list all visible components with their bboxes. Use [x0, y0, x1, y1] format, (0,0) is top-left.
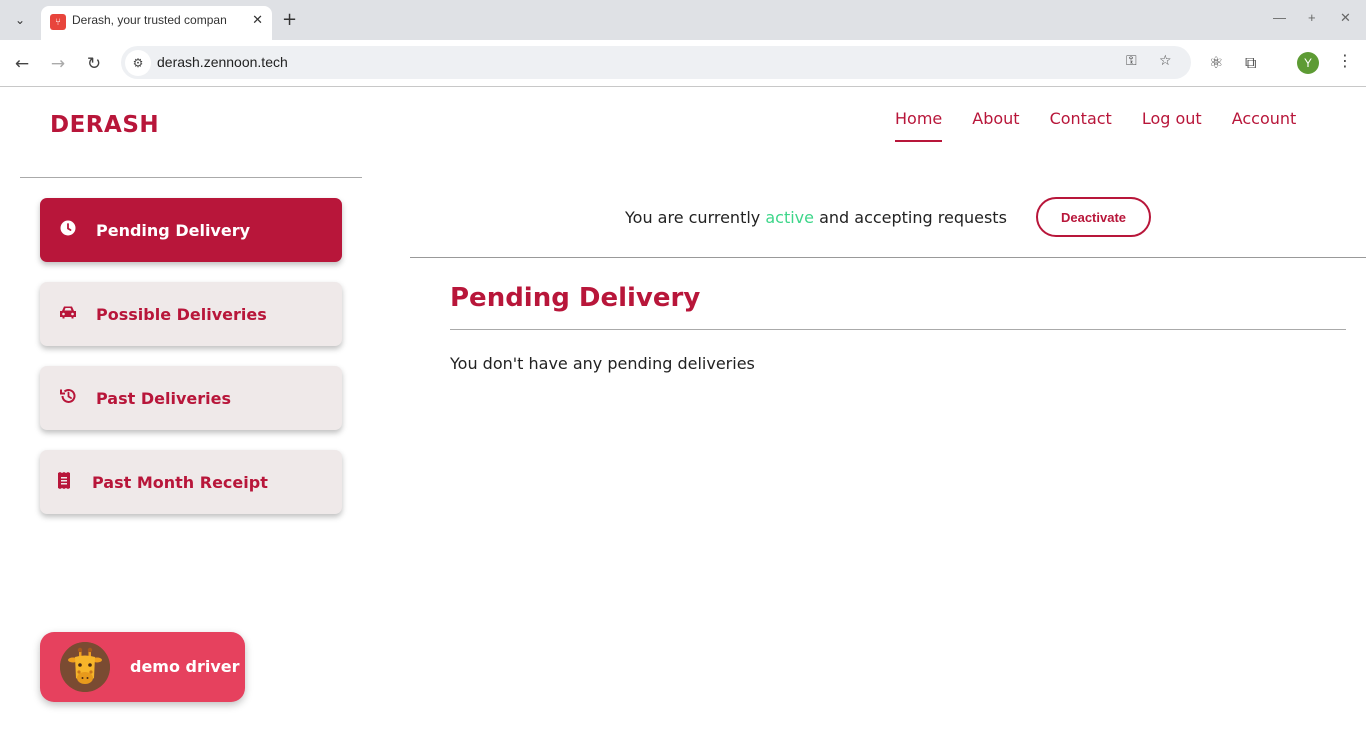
nav-home[interactable]: Home	[895, 109, 943, 142]
receipt-icon	[54, 471, 74, 493]
close-icon[interactable]: ✕	[252, 13, 263, 28]
user-profile-chip[interactable]: demo driver	[40, 632, 245, 702]
logo[interactable]: DERASH	[50, 112, 159, 138]
nav-contact[interactable]: Contact	[1050, 109, 1112, 142]
page-title: Pending Delivery	[450, 283, 701, 313]
nav-account[interactable]: Account	[1232, 109, 1297, 142]
title-divider	[450, 329, 1346, 330]
site-info-icon[interactable]: ⚙	[125, 50, 151, 76]
deactivate-button[interactable]: Deactivate	[1036, 197, 1151, 237]
maximize-icon[interactable]: +	[1308, 10, 1316, 25]
sidebar-item-pending-delivery[interactable]: Pending Delivery	[40, 198, 342, 262]
tab-title: Derash, your trusted compan	[72, 13, 227, 27]
puzzle-icon[interactable]: ⧉	[1245, 53, 1256, 73]
sidebar-item-label: Possible Deliveries	[96, 304, 267, 324]
sidebar-item-label: Past Month Receipt	[92, 472, 268, 492]
reload-icon[interactable]: ↻	[82, 52, 106, 76]
history-icon	[58, 387, 78, 409]
key-icon[interactable]: ⚿	[1126, 53, 1137, 69]
address-bar[interactable]: ⚙ derash.zennoon.tech ⚿ ☆	[121, 46, 1191, 79]
new-tab-icon[interactable]: +	[282, 9, 297, 30]
forward-icon[interactable]: →	[46, 52, 70, 76]
sidebar-item-label: Pending Delivery	[96, 220, 251, 240]
star-icon[interactable]: ☆	[1159, 53, 1172, 69]
status-suffix: and accepting requests	[813, 207, 1007, 227]
top-nav: Home About Contact Log out Account	[895, 109, 1296, 142]
sidebar-item-label: Past Deliveries	[96, 388, 231, 408]
nav-about[interactable]: About	[972, 109, 1019, 142]
status-prefix: You are currently	[625, 207, 766, 227]
car-icon	[58, 305, 78, 323]
browser-toolbar: ← → ↻ ⚙ derash.zennoon.tech ⚿ ☆ ⚛ ⧉ Y ⋮	[0, 40, 1366, 87]
clock-icon	[58, 220, 78, 240]
favicon-icon: ⑂	[50, 14, 66, 30]
sidebar-divider	[20, 177, 362, 178]
sidebar-item-possible-deliveries[interactable]: Possible Deliveries	[40, 282, 342, 346]
page: DERASH Home About Contact Log out Accoun…	[0, 87, 1366, 743]
main-divider	[410, 257, 1366, 258]
sidebar-item-past-deliveries[interactable]: Past Deliveries	[40, 366, 342, 430]
menu-icon[interactable]: ⋮	[1337, 51, 1353, 70]
status-message: You are currently active and accepting r…	[625, 197, 1007, 237]
user-name: demo driver	[130, 657, 240, 676]
giraffe-avatar	[60, 642, 110, 692]
empty-state-message: You don't have any pending deliveries	[450, 354, 755, 373]
sidebar-item-past-month-receipt[interactable]: Past Month Receipt	[40, 450, 342, 514]
url-text[interactable]: derash.zennoon.tech	[157, 54, 288, 70]
extension-icon[interactable]: ⚛	[1209, 53, 1223, 72]
tab-search-icon[interactable]: ⌄	[8, 8, 32, 32]
minimize-icon[interactable]: —	[1273, 10, 1286, 25]
back-icon[interactable]: ←	[10, 52, 34, 76]
browser-tab[interactable]: ⑂ Derash, your trusted compan ✕	[41, 6, 272, 40]
status-state: active	[765, 207, 814, 227]
window-close-icon[interactable]: ✕	[1340, 10, 1351, 26]
tab-strip: ⌄ ⑂ Derash, your trusted compan ✕ + — + …	[0, 0, 1366, 40]
nav-logout[interactable]: Log out	[1142, 109, 1202, 142]
profile-avatar[interactable]: Y	[1297, 52, 1319, 74]
